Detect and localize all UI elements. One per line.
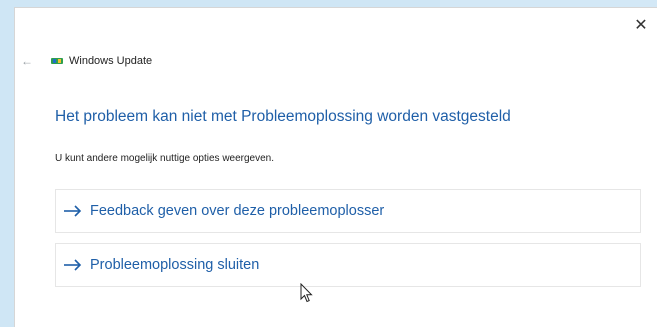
option-label: Feedback geven over deze probleemoplosse… (90, 203, 385, 219)
title-bar: ← Windows Update (19, 52, 152, 70)
close-troubleshooter-option-button[interactable]: Probleemoplossing sluiten (55, 243, 641, 287)
feedback-option-button[interactable]: Feedback geven over deze probleemoplosse… (55, 189, 641, 233)
page-title: Het probleem kan niet met Probleemoploss… (55, 108, 511, 125)
arrow-right-icon (62, 258, 84, 272)
close-button[interactable]: ✕ (631, 16, 651, 36)
back-button[interactable]: ← (19, 53, 35, 69)
window-title: Windows Update (69, 55, 153, 67)
option-label: Probleemoplossing sluiten (90, 257, 260, 273)
screen: ✕ ← Windows Update Het probleem kan niet… (0, 0, 657, 327)
background-region (0, 190, 14, 327)
back-arrow-icon: ← (21, 54, 33, 68)
windows-update-icon (51, 57, 63, 65)
page-description: U kunt andere mogelijk nuttige opties we… (55, 153, 275, 164)
troubleshooter-dialog: ✕ ← Windows Update Het probleem kan niet… (14, 7, 657, 327)
close-icon: ✕ (634, 17, 648, 34)
arrow-right-icon (62, 204, 84, 218)
mouse-pointer-icon (300, 282, 314, 303)
